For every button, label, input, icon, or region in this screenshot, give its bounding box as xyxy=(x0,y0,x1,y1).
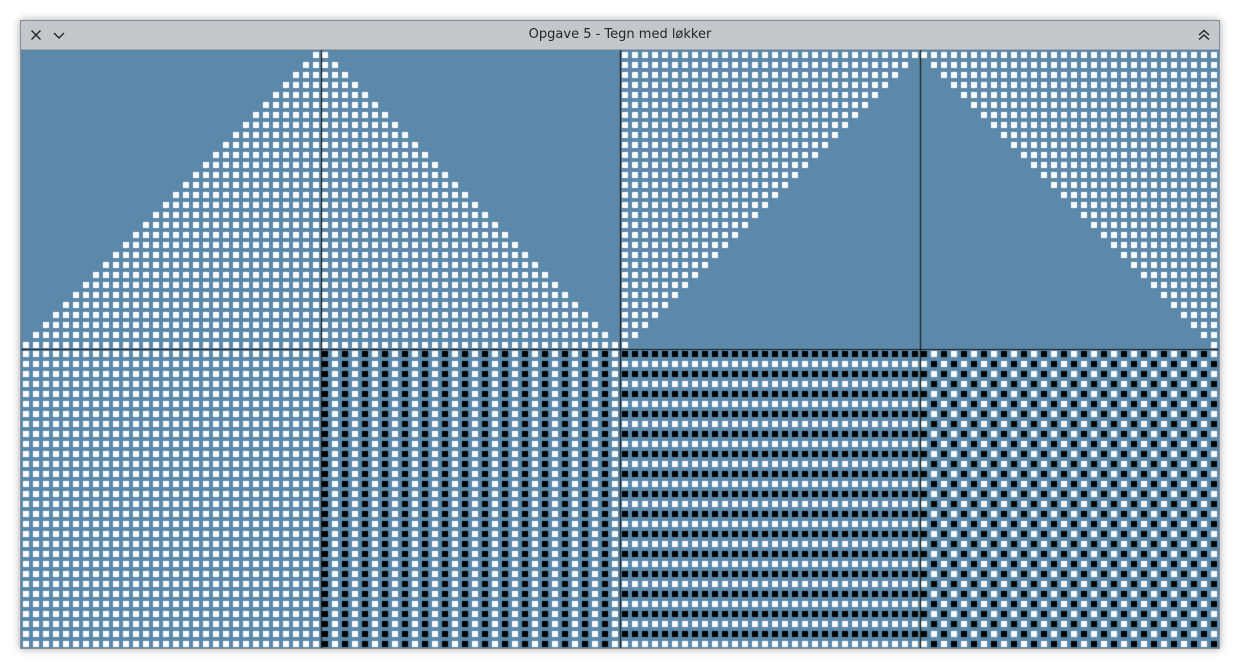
titlebar[interactable]: Opgave 5 - Tegn med løkker xyxy=(21,21,1219,50)
app-window: Opgave 5 - Tegn med løkker xyxy=(20,20,1220,649)
chevron-double-up-icon[interactable] xyxy=(1195,26,1213,44)
window-title: Opgave 5 - Tegn med løkker xyxy=(528,27,712,42)
drawing-canvas xyxy=(21,50,1219,648)
drawing-area xyxy=(21,50,1219,648)
